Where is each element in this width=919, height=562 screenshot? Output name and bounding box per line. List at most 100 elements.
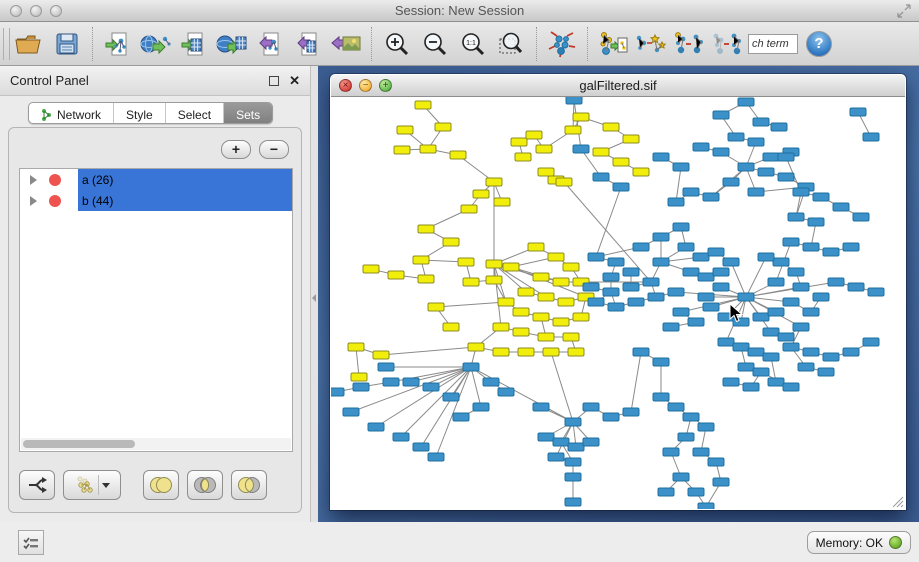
network-node[interactable] [548, 253, 564, 261]
network-node[interactable] [565, 498, 581, 506]
network-node[interactable] [738, 363, 754, 371]
network-node[interactable] [668, 198, 684, 206]
network-node[interactable] [613, 183, 629, 191]
network-node[interactable] [703, 303, 719, 311]
network-node[interactable] [443, 393, 459, 401]
network-node[interactable] [494, 198, 510, 206]
network-node[interactable] [566, 97, 582, 104]
network-node[interactable] [758, 253, 774, 261]
network-node[interactable] [593, 173, 609, 181]
network-node[interactable] [723, 258, 739, 266]
collapse-panel-arrow-icon[interactable] [312, 294, 316, 302]
network-node[interactable] [623, 283, 639, 291]
network-node[interactable] [463, 363, 479, 371]
network-node[interactable] [768, 278, 784, 286]
network-node[interactable] [418, 275, 434, 283]
network-node[interactable] [348, 343, 364, 351]
zoom-1-1-button[interactable]: 1:1 [454, 26, 492, 62]
export-table-button[interactable] [289, 26, 327, 62]
network-node[interactable] [373, 351, 389, 359]
network-node[interactable] [613, 158, 629, 166]
network-node[interactable] [435, 123, 451, 131]
zoom-selected-button[interactable] [492, 26, 530, 62]
network-node[interactable] [583, 438, 599, 446]
horizontal-scrollbar[interactable] [21, 438, 291, 450]
network-node[interactable] [623, 135, 639, 143]
add-set-button[interactable]: + [221, 140, 251, 159]
network-node[interactable] [823, 248, 839, 256]
network-node[interactable] [673, 473, 689, 481]
network-node[interactable] [668, 288, 684, 296]
network-node[interactable] [493, 323, 509, 331]
network-node[interactable] [568, 443, 584, 451]
network-node[interactable] [468, 343, 484, 351]
network-node[interactable] [486, 260, 502, 268]
difference-sets-button[interactable] [231, 470, 267, 500]
network-node[interactable] [843, 348, 859, 356]
network-node[interactable] [668, 403, 684, 411]
network-node[interactable] [868, 288, 884, 296]
network-node[interactable] [748, 138, 764, 146]
network-node[interactable] [538, 293, 554, 301]
network-node[interactable] [415, 101, 431, 109]
network-node[interactable] [783, 238, 799, 246]
network-node[interactable] [763, 353, 779, 361]
network-node[interactable] [648, 293, 664, 301]
network-node[interactable] [513, 308, 529, 316]
help-button[interactable]: ? [806, 31, 832, 57]
network-node[interactable] [788, 268, 804, 276]
network-node[interactable] [848, 283, 864, 291]
network-node[interactable] [553, 438, 569, 446]
network-node[interactable] [608, 258, 624, 266]
network-node[interactable] [663, 323, 679, 331]
network-node[interactable] [653, 393, 669, 401]
network-node[interactable] [593, 148, 609, 156]
network-node[interactable] [397, 126, 413, 134]
network-canvas[interactable] [331, 97, 905, 509]
network-node[interactable] [683, 268, 699, 276]
zoom-in-button[interactable] [378, 26, 416, 62]
network-node[interactable] [778, 153, 794, 161]
network-node[interactable] [771, 123, 787, 131]
network-node[interactable] [633, 168, 649, 176]
network-node[interactable] [583, 283, 599, 291]
select-first-neighbors-button[interactable] [632, 26, 670, 62]
network-node[interactable] [588, 298, 604, 306]
network-node[interactable] [663, 448, 679, 456]
tab-select[interactable]: Select [166, 103, 224, 123]
network-node[interactable] [798, 363, 814, 371]
network-node[interactable] [753, 368, 769, 376]
memory-status-badge[interactable]: Memory: OK [807, 531, 911, 554]
network-node[interactable] [698, 293, 714, 301]
expander-triangle-icon[interactable] [30, 175, 37, 185]
toolbar-drag-grip[interactable] [3, 28, 10, 60]
network-node[interactable] [461, 205, 477, 213]
union-sets-button[interactable] [143, 470, 179, 500]
scrollbar-thumb[interactable] [23, 440, 135, 448]
network-node[interactable] [753, 118, 769, 126]
network-node[interactable] [473, 403, 489, 411]
close-panel-icon[interactable]: ✕ [289, 73, 300, 89]
network-node[interactable] [698, 503, 714, 509]
network-node[interactable] [536, 145, 552, 153]
network-node[interactable] [428, 303, 444, 311]
create-set-from-network-button[interactable] [63, 470, 121, 500]
import-table-file-button[interactable] [175, 26, 213, 62]
resize-grip-icon[interactable] [891, 495, 904, 508]
network-node[interactable] [793, 283, 809, 291]
network-node[interactable] [713, 148, 729, 156]
network-node[interactable] [850, 108, 866, 116]
network-node[interactable] [708, 458, 724, 466]
network-node[interactable] [763, 328, 779, 336]
apply-layout-button[interactable] [543, 26, 581, 62]
network-node[interactable] [853, 213, 869, 221]
network-node[interactable] [748, 348, 764, 356]
network-node[interactable] [538, 333, 554, 341]
network-node[interactable] [748, 188, 764, 196]
network-node[interactable] [743, 383, 759, 391]
sets-list[interactable]: a (26) b (44) [19, 168, 293, 452]
intersect-sets-button[interactable] [187, 470, 223, 500]
network-node[interactable] [683, 188, 699, 196]
network-node[interactable] [573, 145, 589, 153]
network-node[interactable] [515, 153, 531, 161]
